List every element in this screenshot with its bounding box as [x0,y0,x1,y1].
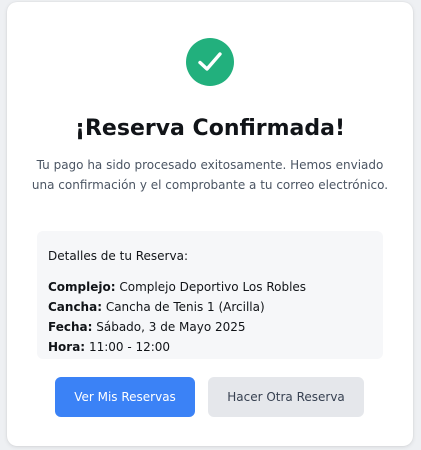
detail-label: Complejo: [48,280,116,294]
detail-value: Sábado, 3 de Mayo 2025 [96,320,246,334]
detail-row-date: Fecha: Sábado, 3 de Mayo 2025 [48,317,383,337]
detail-label: Hora: [48,340,86,354]
check-circle-icon [186,38,234,86]
confirmation-card: ¡Reserva Confirmada! Tu pago ha sido pro… [7,2,413,446]
checkmark-icon [198,52,222,71]
reservation-details: Detalles de tu Reserva: Complejo: Comple… [37,231,383,359]
detail-row-complex: Complejo: Complejo Deportivo Los Robles [48,277,383,297]
confirmation-message: Tu pago ha sido procesado exitosamente. … [31,158,389,192]
detail-label: Cancha: [48,300,102,314]
new-reservation-button[interactable]: Hacer Otra Reserva [208,377,364,417]
detail-value: Complejo Deportivo Los Robles [119,280,307,294]
detail-label: Fecha: [48,320,93,334]
detail-row-time: Hora: 11:00 - 12:00 [48,337,383,357]
detail-value: 11:00 - 12:00 [88,340,171,354]
view-reservations-button[interactable]: Ver Mis Reservas [55,377,195,417]
detail-row-court: Cancha: Cancha de Tenis 1 (Arcilla) [48,297,383,317]
detail-value: Cancha de Tenis 1 (Arcilla) [105,300,265,314]
page-title: ¡Reserva Confirmada! [74,116,346,141]
details-heading: Detalles de tu Reserva: [48,249,188,263]
